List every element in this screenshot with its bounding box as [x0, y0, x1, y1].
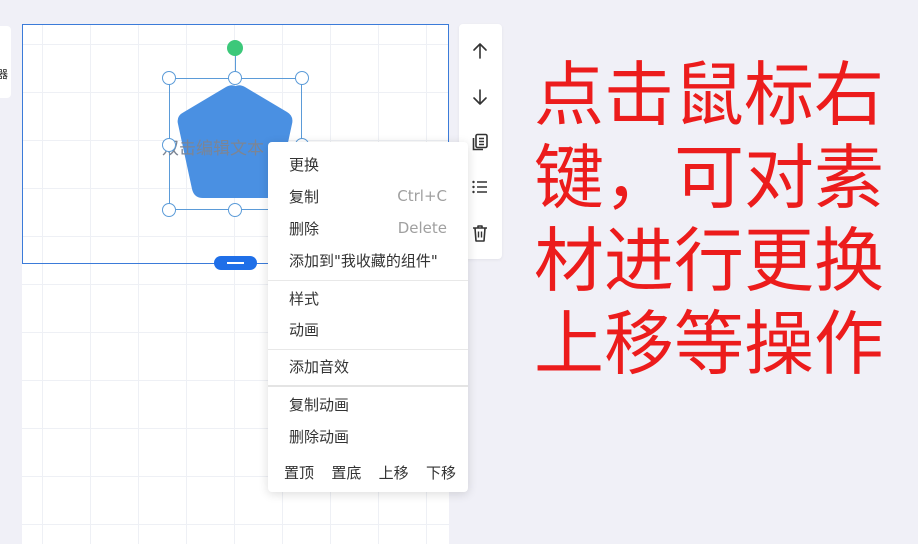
- arrow-up-icon: [473, 43, 487, 59]
- rotate-handle[interactable]: [227, 40, 243, 56]
- left-panel-stub[interactable]: 器: [0, 26, 11, 98]
- menu-divider: [268, 280, 468, 281]
- menu-item-style[interactable]: 样式: [268, 283, 468, 313]
- shortcut-label: Ctrl+C: [397, 187, 447, 205]
- move-down-button[interactable]: [468, 85, 492, 109]
- menu-item-label: 删除动画: [289, 427, 350, 446]
- menu-item-label: 删除: [289, 219, 320, 238]
- order-top-button[interactable]: 置顶: [284, 462, 314, 483]
- list-icon: [472, 180, 487, 194]
- copy-icon: [472, 133, 488, 151]
- menu-item-animation[interactable]: 动画: [268, 314, 468, 344]
- caption-line: 材进行更换: [534, 220, 884, 302]
- menu-item-add-sound[interactable]: 添加音效: [268, 351, 468, 381]
- layer-order-row: 置顶 置底 上移 下移: [284, 460, 456, 484]
- page-resize-handle[interactable]: [214, 256, 257, 270]
- trash-icon: [473, 225, 487, 242]
- arrow-down-icon: [473, 89, 487, 105]
- menu-item-label: 更换: [289, 155, 320, 174]
- context-menu: 更换 复制 Ctrl+C 删除 Delete 添加到"我收藏的组件" 样式 动画…: [268, 142, 468, 492]
- menu-item-label: 样式: [289, 289, 320, 308]
- menu-item-replace[interactable]: 更换: [268, 149, 468, 179]
- resize-handle-top-left[interactable]: [162, 71, 176, 85]
- menu-item-label: 添加到"我收藏的组件": [289, 251, 438, 270]
- resize-handle-left[interactable]: [162, 138, 176, 152]
- menu-item-label: 复制动画: [289, 395, 350, 414]
- move-up-button[interactable]: [468, 39, 492, 63]
- list-button[interactable]: [468, 175, 492, 199]
- left-panel-stub-text: 器: [0, 68, 8, 81]
- instruction-caption: 点击鼠标右 键，可对素 材进行更换 上移等操作: [534, 54, 884, 386]
- order-up-button[interactable]: 上移: [379, 462, 409, 483]
- delete-button[interactable]: [468, 221, 492, 245]
- menu-item-label: 复制: [289, 187, 320, 206]
- resize-handle-bottom[interactable]: [228, 203, 242, 217]
- shape-text[interactable]: 双击编辑文本: [162, 134, 264, 159]
- menu-item-label: 添加音效: [289, 357, 350, 376]
- menu-item-copy[interactable]: 复制 Ctrl+C: [268, 181, 468, 211]
- caption-line: 上移等操作: [534, 303, 884, 385]
- order-down-button[interactable]: 下移: [426, 462, 456, 483]
- menu-item-label: 动画: [289, 320, 320, 339]
- caption-line: 点击鼠标右: [534, 54, 884, 136]
- resize-handle-bottom-left[interactable]: [162, 203, 176, 217]
- order-bottom-button[interactable]: 置底: [331, 462, 361, 483]
- menu-item-add-to-favorites[interactable]: 添加到"我收藏的组件": [268, 245, 468, 275]
- menu-divider: [268, 349, 468, 350]
- resize-handle-top-right[interactable]: [295, 71, 309, 85]
- copy-button[interactable]: [468, 130, 492, 154]
- menu-item-copy-animation[interactable]: 复制动画: [268, 389, 468, 419]
- caption-line: 键，可对素: [534, 137, 884, 219]
- shortcut-label: Delete: [397, 219, 447, 237]
- menu-item-delete[interactable]: 删除 Delete: [268, 213, 468, 243]
- resize-handle-top[interactable]: [228, 71, 242, 85]
- menu-item-delete-animation[interactable]: 删除动画: [268, 421, 468, 451]
- menu-divider: [268, 385, 468, 387]
